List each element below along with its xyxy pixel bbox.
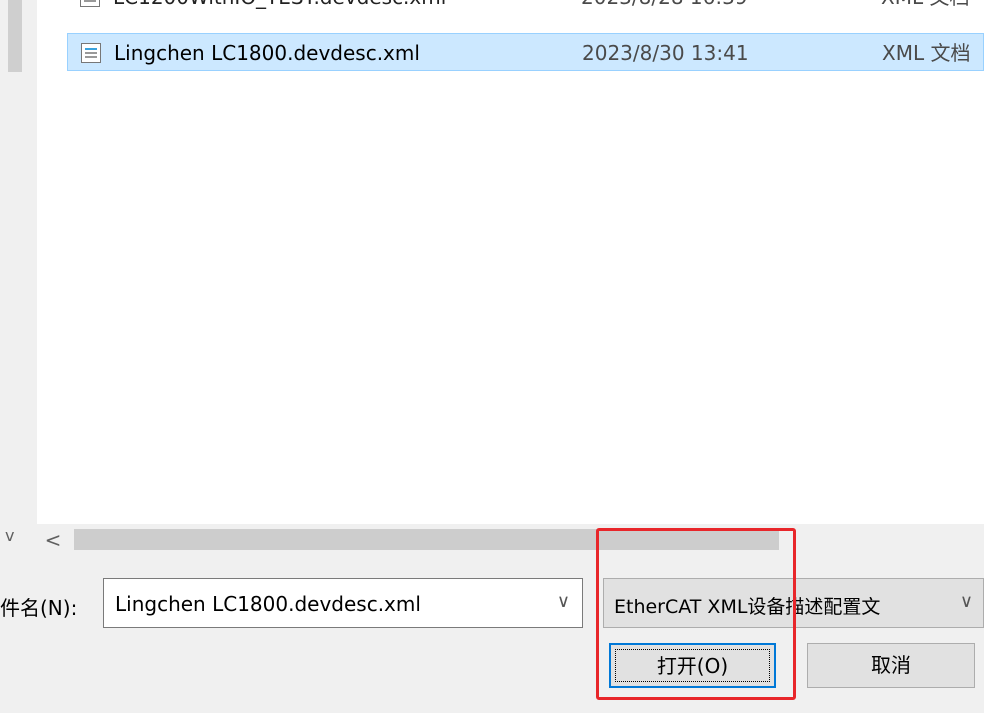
cancel-button-label: 取消 bbox=[871, 653, 911, 677]
annotation-highlight-box bbox=[596, 528, 796, 700]
file-row[interactable]: LC1200WithIO_TEST.devdesc.xml 2023/8/28 … bbox=[67, 0, 984, 16]
file-date: 2023/8/28 16:39 bbox=[581, 0, 748, 16]
file-name: LC1200WithIO_TEST.devdesc.xml bbox=[113, 0, 446, 16]
xml-file-icon bbox=[81, 43, 101, 63]
horizontal-scrollbar[interactable]: < bbox=[37, 524, 984, 556]
file-name: Lingchen LC1800.devdesc.xml bbox=[114, 41, 420, 65]
nav-scrollbar-thumb[interactable] bbox=[8, 0, 22, 72]
file-type: XML 文档 bbox=[881, 0, 969, 16]
file-row-selected[interactable]: Lingchen LC1800.devdesc.xml 2023/8/30 13… bbox=[67, 33, 984, 71]
scroll-left-arrow-icon[interactable]: < bbox=[41, 528, 65, 552]
chevron-down-icon[interactable]: v bbox=[5, 526, 14, 545]
cancel-button[interactable]: 取消 bbox=[807, 643, 975, 688]
filename-combobox[interactable]: Lingchen LC1800.devdesc.xml ∨ bbox=[103, 578, 583, 628]
xml-file-icon bbox=[80, 0, 100, 7]
file-date: 2023/8/30 13:41 bbox=[582, 41, 749, 65]
chevron-down-icon[interactable]: ∨ bbox=[960, 591, 973, 612]
file-type: XML 文档 bbox=[882, 41, 971, 65]
chevron-down-icon[interactable]: ∨ bbox=[557, 591, 570, 612]
file-list-pane[interactable]: LC1200WithIO_TEST.devdesc.xml 2023/8/28 … bbox=[0, 0, 984, 524]
filename-label: 件名(N): bbox=[0, 596, 78, 620]
filename-input[interactable]: Lingchen LC1800.devdesc.xml bbox=[115, 592, 421, 616]
